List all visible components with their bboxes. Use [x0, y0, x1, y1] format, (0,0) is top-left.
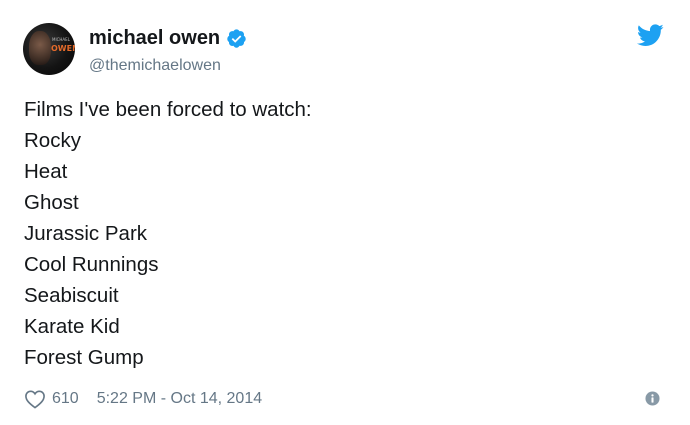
tweet-line: Ghost: [24, 191, 79, 214]
author-display-name[interactable]: michael owen: [89, 26, 220, 50]
tweet-line: Seabiscuit: [24, 284, 119, 307]
avatar[interactable]: MICHAEL OWEN: [23, 23, 75, 75]
twitter-bird-icon[interactable]: [637, 24, 664, 47]
author-handle[interactable]: @themichaelowen: [89, 56, 221, 76]
tweet-line: Heat: [24, 160, 68, 183]
like-count[interactable]: 610: [52, 390, 79, 408]
embedded-tweet: MICHAEL OWEN michael owen @themichaelowe…: [0, 0, 690, 425]
avatar-face: [29, 31, 51, 65]
avatar-text: OWEN: [51, 44, 75, 53]
heart-icon[interactable]: [24, 389, 46, 409]
tweet-line: Karate Kid: [24, 315, 120, 338]
tweet-footer: 610 5:22 PM - Oct 14, 2014: [24, 387, 262, 411]
author-name-row: michael owen: [89, 25, 247, 51]
tweet-line: Forest Gump: [24, 346, 144, 369]
tweet-timestamp[interactable]: 5:22 PM - Oct 14, 2014: [97, 390, 262, 408]
verified-badge-icon: [227, 28, 246, 48]
tweet-line: Jurassic Park: [24, 222, 148, 245]
tweet-line: Cool Runnings: [24, 253, 159, 276]
tweet-text: Films I've been forced to watch: Rocky H…: [24, 94, 312, 373]
tweet-line: Rocky: [24, 129, 81, 152]
avatar-small-text: MICHAEL: [52, 37, 70, 42]
tweet-line: Films I've been forced to watch:: [24, 98, 312, 121]
info-icon[interactable]: [645, 391, 660, 406]
